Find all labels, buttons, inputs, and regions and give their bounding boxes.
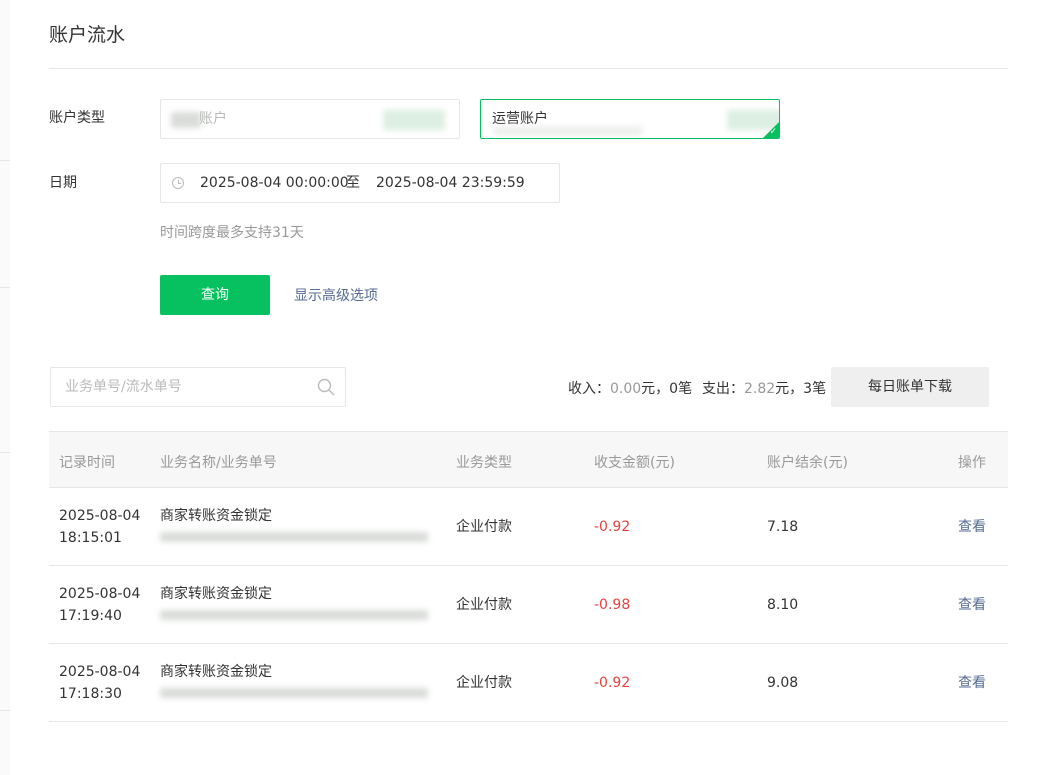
daily-bill-download-button[interactable]: 每日账单下载 [831, 367, 989, 407]
row-balance: 8.10 [767, 597, 799, 613]
column-header-name: 业务名称/业务单号 [160, 455, 277, 471]
account-type-label: 账户类型 [49, 110, 105, 126]
row-time: 17:19:40 [59, 608, 122, 624]
column-header-type: 业务类型 [456, 455, 512, 471]
transactions-table: 记录时间 业务名称/业务单号 业务类型 收支金额(元) 账户结余(元) 操作 2… [49, 431, 1008, 722]
income-summary: 收入：0.00元，0笔 [568, 378, 692, 398]
search-icon[interactable] [317, 378, 335, 396]
date-range-hint: 时间跨度最多支持31天 [160, 225, 304, 241]
column-header-time: 记录时间 [59, 455, 115, 471]
expense-unit: 元， [775, 381, 804, 397]
table-row: 2025-08-04 17:18:30 商家转账资金锁定 企业付款 -0.92 … [49, 644, 1008, 722]
income-label: 收入： [568, 381, 610, 397]
redacted-order-number [160, 610, 428, 620]
checkmark-icon: ✓ [769, 127, 777, 137]
row-date: 2025-08-04 [59, 586, 141, 602]
view-link[interactable]: 查看 [958, 594, 986, 616]
redacted-blur [383, 110, 445, 130]
search-box[interactable] [50, 367, 346, 407]
clock-icon [172, 177, 184, 189]
row-amount: -0.98 [594, 597, 631, 613]
expense-summary: 支出：2.82元，3笔 [702, 378, 826, 398]
title-divider [49, 68, 1008, 69]
sidebar-divider [0, 710, 10, 711]
sidebar-divider [0, 452, 10, 453]
expense-amount: 2.82 [744, 381, 776, 397]
income-unit: 元， [641, 381, 670, 397]
date-range-picker[interactable]: 2025-08-04 00:00:00 至 2025-08-04 23:59:5… [160, 163, 560, 203]
income-amount: 0.00 [610, 381, 642, 397]
page-title: 账户流水 [49, 24, 126, 46]
account-option-operations[interactable]: 运营账户 ✓ [480, 99, 780, 139]
row-date: 2025-08-04 [59, 508, 141, 524]
table-row: 2025-08-04 18:15:01 商家转账资金锁定 企业付款 -0.92 … [49, 488, 1008, 566]
income-count: 0笔 [669, 381, 693, 397]
date-start[interactable]: 2025-08-04 00:00:00 [200, 164, 349, 202]
view-link[interactable]: 查看 [958, 672, 986, 694]
sidebar-divider [0, 287, 10, 288]
row-business-name: 商家转账资金锁定 [160, 586, 272, 602]
expense-label: 支出： [702, 381, 744, 397]
row-type: 企业付款 [456, 675, 512, 691]
table-row: 2025-08-04 17:19:40 商家转账资金锁定 企业付款 -0.98 … [49, 566, 1008, 644]
row-time: 18:15:01 [59, 530, 122, 546]
query-button[interactable]: 查询 [160, 275, 270, 315]
column-header-action: 操作 [958, 455, 986, 471]
date-separator: 至 [346, 175, 360, 191]
redacted-order-number [160, 532, 428, 542]
table-header: 记录时间 业务名称/业务单号 业务类型 收支金额(元) 账户结余(元) 操作 [49, 431, 1008, 488]
advanced-options-link[interactable]: 显示高级选项 [294, 285, 378, 305]
date-label: 日期 [49, 175, 77, 191]
row-amount: -0.92 [594, 675, 631, 691]
view-link[interactable]: 查看 [958, 516, 986, 538]
expense-count: 3笔 [803, 381, 827, 397]
row-business-name: 商家转账资金锁定 [160, 508, 272, 524]
row-time: 17:18:30 [59, 686, 122, 702]
row-balance: 9.08 [767, 675, 799, 691]
column-header-amount: 收支金额(元) [594, 455, 675, 471]
account-option-basic[interactable]: 账户 [160, 99, 460, 139]
date-end[interactable]: 2025-08-04 23:59:59 [376, 164, 525, 202]
row-amount: -0.92 [594, 519, 631, 535]
column-header-balance: 账户结余(元) [767, 455, 848, 471]
row-balance: 7.18 [767, 519, 799, 535]
row-type: 企业付款 [456, 597, 512, 613]
left-sidebar-edge [0, 0, 10, 775]
search-input[interactable] [51, 368, 305, 406]
sidebar-divider [0, 160, 10, 161]
row-type: 企业付款 [456, 519, 512, 535]
redacted-order-number [160, 688, 428, 698]
redacted-blur [493, 126, 643, 136]
row-date: 2025-08-04 [59, 664, 141, 680]
row-business-name: 商家转账资金锁定 [160, 664, 272, 680]
account-option-label: 账户 [199, 111, 227, 127]
redacted-blur [171, 112, 201, 128]
